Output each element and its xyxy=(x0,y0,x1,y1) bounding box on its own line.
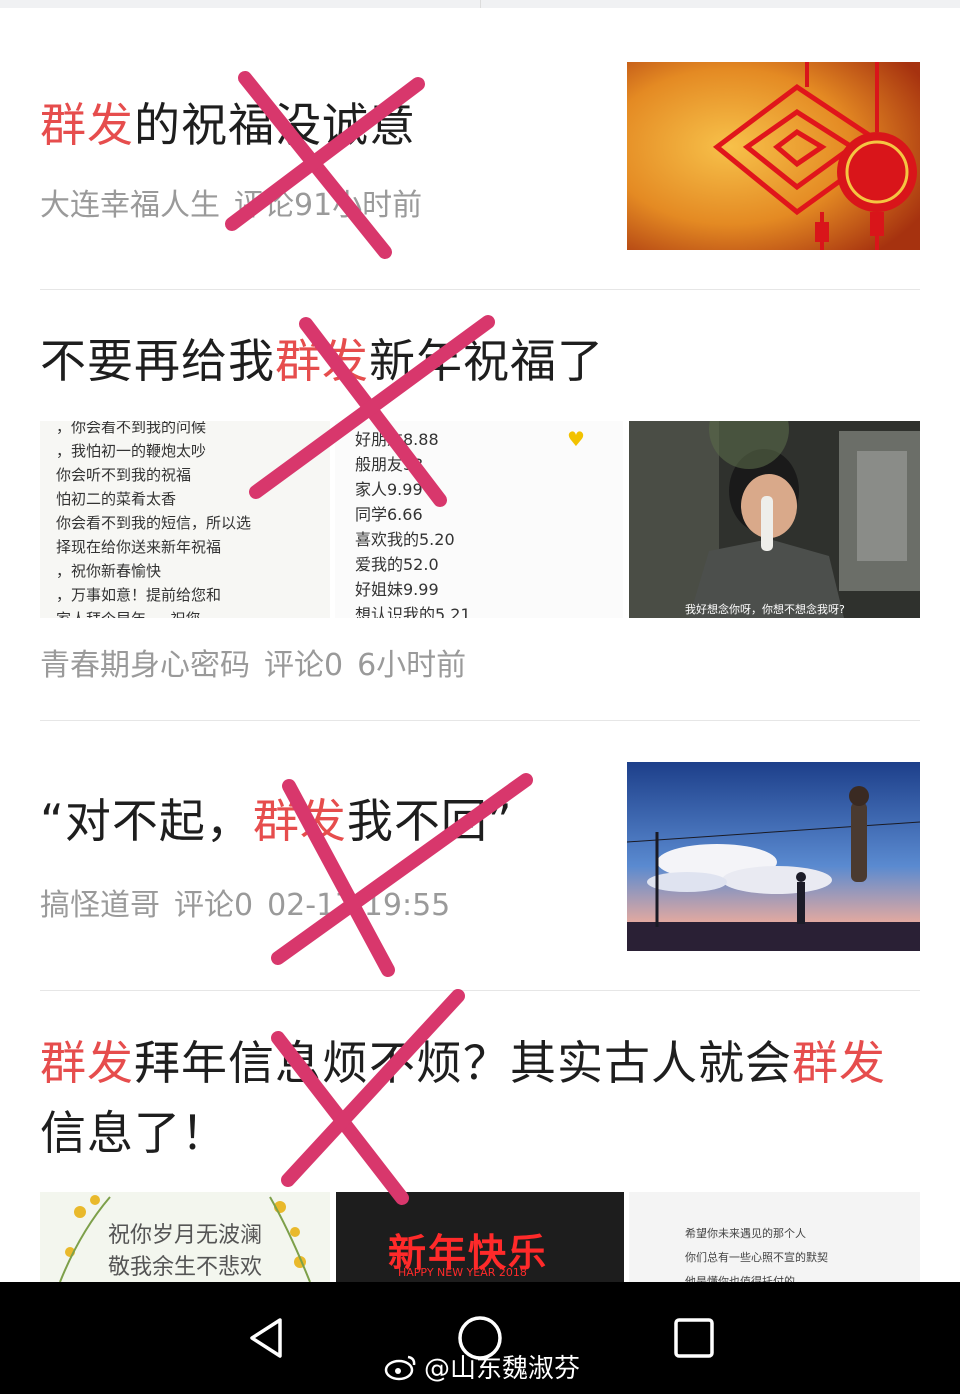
news-image-greeting-text[interactable]: ，你会看不到我的问候 ，我怕初一的鞭炮太吵 你会听不到我的祝福 怕初二的菜肴太香… xyxy=(40,421,330,618)
title-text: 新年祝福了 xyxy=(369,334,604,388)
news-source: 搞怪道哥 xyxy=(40,888,160,923)
back-button[interactable] xyxy=(236,1308,296,1368)
watermark-text: @山东魏淑芬 xyxy=(424,1354,581,1384)
weibo-watermark: @山东魏淑芬 xyxy=(384,1348,580,1385)
news-meta: 青春期身心密码 评论0 6小时前 xyxy=(40,640,480,684)
title-text: 的祝福没诚意 xyxy=(134,98,416,152)
divider xyxy=(40,289,920,290)
weibo-logo-icon xyxy=(384,1355,416,1380)
title-highlight: 群发 xyxy=(792,1036,886,1090)
news-time: 1小时前 xyxy=(313,188,423,223)
image-subtext: HAPPY NEW YEAR 2018 xyxy=(398,1266,527,1279)
top-tab-strip xyxy=(0,0,960,8)
title-highlight: 群发 xyxy=(40,1036,134,1090)
comment-count: 评论9 xyxy=(234,188,314,223)
news-image-floral-quote[interactable]: 祝你岁月无波澜 敬我余生不悲欢 xyxy=(40,1192,330,1282)
image-text: ，你会看不到我的问候 ，我怕初一的鞭炮太吵 你会听不到我的祝福 怕初二的菜肴太香… xyxy=(56,421,252,618)
title-text: 拜年信息烦不烦？其实古人就会 xyxy=(134,1036,792,1090)
news-image-handwritten-note[interactable]: 希望你未来遇见的那个人 你们总有一些心照不宣的默契 他是懂你也值得托付的 xyxy=(629,1192,920,1282)
back-icon xyxy=(250,1318,282,1358)
news-image-happy-new-year[interactable]: 新年快乐 HAPPY NEW YEAR 2018 xyxy=(336,1192,624,1282)
news-time: 6小时前 xyxy=(357,648,467,683)
news-title[interactable]: “对不起，群发我不回” xyxy=(40,786,600,856)
image-text: 希望你未来遇见的那个人 你们总有一些心照不宣的默契 他是懂你也值得托付的 xyxy=(685,1227,828,1282)
heart-icon: ♥ xyxy=(567,427,585,451)
news-thumbnail-chinese-knot[interactable] xyxy=(627,62,920,250)
image-caption: 我好想念你呀，你想不想念我呀? xyxy=(685,603,845,616)
news-source: 大连幸福人生 xyxy=(40,188,220,223)
title-text: “对不起， xyxy=(40,794,253,848)
news-time: 02-17 19:55 xyxy=(267,888,451,923)
title-text: 不要再给我 xyxy=(40,334,275,388)
title-highlight: 群发 xyxy=(252,794,347,848)
news-source: 青春期身心密码 xyxy=(40,648,250,683)
news-thumbnail-anime-sky[interactable] xyxy=(627,762,920,951)
title-text: 信息了！ xyxy=(40,1106,228,1160)
news-title[interactable]: 不要再给我群发新年祝福了 xyxy=(40,326,920,396)
tab-divider xyxy=(480,0,481,8)
comment-count: 评论0 xyxy=(264,648,344,683)
news-image-red-envelope-list[interactable]: 好朋友8.88 般朋友33 家人9.99 同学6.66 喜欢我的5.20 爱我的… xyxy=(335,421,623,618)
title-highlight: 群发 xyxy=(275,334,369,388)
divider xyxy=(40,720,920,721)
news-image-phone-call[interactable]: 我好想念你呀，你想不想念我呀? xyxy=(629,421,920,618)
recents-icon xyxy=(674,1318,714,1358)
image-text: 好朋友8.88 般朋友33 家人9.99 同学6.66 喜欢我的5.20 爱我的… xyxy=(355,430,471,618)
image-text: 祝你岁月无波澜 敬我余生不悲欢 xyxy=(108,1223,263,1280)
recents-button[interactable] xyxy=(664,1308,724,1368)
news-title[interactable]: 群发的祝福没诚意 xyxy=(40,90,600,160)
divider xyxy=(40,990,920,991)
comment-count: 评论0 xyxy=(174,888,254,923)
news-title[interactable]: 群发拜年信息烦不烦？其实古人就会群发信息了！ xyxy=(40,1028,920,1168)
title-text: 我不回” xyxy=(346,794,513,848)
title-highlight: 群发 xyxy=(40,98,134,152)
